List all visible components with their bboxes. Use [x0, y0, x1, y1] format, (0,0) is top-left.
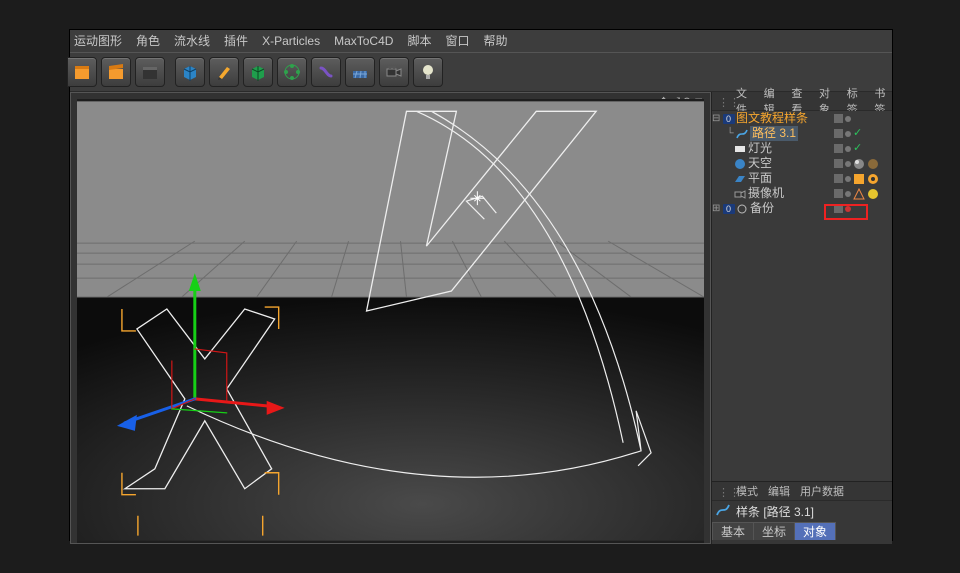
tree-label: 天空 — [748, 156, 772, 171]
menu-bar: 运动图形 角色 流水线 插件 X-Particles MaxToC4D 脚本 窗… — [70, 30, 892, 52]
spline-icon — [736, 128, 748, 140]
menu-help[interactable]: 帮助 — [483, 30, 507, 52]
nurbs-button[interactable] — [243, 57, 273, 87]
vis-dot-icon[interactable] — [845, 191, 851, 197]
object-tree[interactable]: ⊟ 0 图文教程样条 └ 路径 3.1 ✓ — [712, 111, 892, 481]
vis-dot-icon[interactable] — [845, 146, 851, 152]
check-icon[interactable]: ✓ — [853, 126, 862, 141]
cube-button[interactable] — [175, 57, 205, 87]
attr-menu-edit[interactable]: 编辑 — [768, 483, 790, 499]
tree-label: 路径 3.1 — [750, 126, 798, 141]
attr-menu-userdata[interactable]: 用户数据 — [800, 483, 844, 499]
menu-plugins[interactable]: 插件 — [224, 30, 248, 52]
tab-object[interactable]: 对象 — [794, 522, 836, 540]
tree-label: 灯光 — [748, 141, 772, 156]
plane-icon — [734, 173, 746, 185]
null-icon — [736, 203, 748, 215]
array-button[interactable] — [277, 57, 307, 87]
pen-button[interactable] — [209, 57, 239, 87]
target-tag-icon[interactable] — [853, 188, 865, 200]
expand-icon[interactable]: ⊞ — [712, 201, 720, 216]
expand-icon[interactable]: ⊟ — [712, 111, 720, 126]
menu-character[interactable]: 角色 — [136, 30, 160, 52]
vis-dot-icon[interactable] — [845, 161, 851, 167]
material-tag-icon[interactable] — [853, 173, 865, 185]
layer-tag-icon[interactable] — [834, 189, 843, 198]
camera-icon — [734, 188, 746, 200]
clapper1-button[interactable] — [67, 57, 97, 87]
check-icon[interactable]: ✓ — [853, 141, 862, 156]
attr-title-text: 样条 [路径 3.1] — [736, 505, 814, 519]
object-manager-menu: ⋮⋮ 文件 编辑 查看 对象 标签 书签 — [712, 92, 892, 111]
panel-grip-icon[interactable]: ⋮⋮ — [718, 486, 726, 496]
panel-grip-icon[interactable]: ⋮⋮ — [718, 96, 726, 106]
layer-tag-icon[interactable] — [834, 129, 843, 138]
layer-icon[interactable]: 0 — [722, 113, 734, 125]
menu-window[interactable]: 窗口 — [445, 30, 469, 52]
vis-dot-icon[interactable] — [845, 116, 851, 122]
svg-text:0: 0 — [726, 114, 731, 124]
menu-pipeline[interactable]: 流水线 — [174, 30, 210, 52]
tree-row-sky[interactable]: 天空 — [712, 156, 892, 171]
tree-label: 摄像机 — [748, 186, 784, 201]
material-tag-icon[interactable] — [853, 158, 865, 170]
clapper3-button[interactable] — [135, 57, 165, 87]
light-button[interactable] — [413, 57, 443, 87]
layer-tag-icon[interactable] — [834, 159, 843, 168]
sky-icon — [734, 158, 746, 170]
layer-icon[interactable]: 0 — [722, 203, 734, 215]
highlight-box — [824, 204, 868, 220]
vis-dot-icon[interactable] — [845, 131, 851, 137]
menu-xparticles[interactable]: X-Particles — [262, 30, 320, 52]
menu-maxtoc4d[interactable]: MaxToC4D — [334, 30, 393, 52]
tree-row-plane[interactable]: 平面 — [712, 171, 892, 186]
attr-menu: ⋮⋮ 模式 编辑 用户数据 — [712, 482, 892, 501]
layer-tag-icon[interactable] — [834, 144, 843, 153]
tree-row-light[interactable]: 灯光 ✓ — [712, 141, 892, 156]
compositing-tag-icon[interactable] — [867, 173, 879, 185]
protection-tag-icon[interactable] — [867, 188, 879, 200]
tree-label: 平面 — [748, 171, 772, 186]
viewport-inner[interactable] — [77, 99, 704, 543]
vis-dot-icon[interactable] — [845, 176, 851, 182]
tab-basic[interactable]: 基本 — [712, 522, 754, 540]
svg-text:0: 0 — [726, 204, 731, 214]
attr-menu-mode[interactable]: 模式 — [736, 483, 758, 499]
menu-motion[interactable]: 运动图形 — [74, 30, 122, 52]
layer-tag-icon[interactable] — [834, 174, 843, 183]
clapper2-button[interactable] — [101, 57, 131, 87]
light-icon — [734, 143, 746, 155]
layer-tag-icon[interactable] — [834, 114, 843, 123]
viewport[interactable]: ✥ ⤢ ⟳ □ — [70, 92, 711, 544]
spline-icon — [716, 503, 728, 515]
tree-label: 备份 — [750, 201, 774, 216]
tree-label: 图文教程样条 — [736, 111, 808, 126]
attr-title: 样条 [路径 3.1] — [712, 501, 892, 522]
attr-tabs: 基本 坐标 对象 — [712, 522, 892, 540]
material-tag2-icon[interactable] — [867, 158, 879, 170]
tab-coord[interactable]: 坐标 — [753, 522, 795, 540]
tree-row-root[interactable]: ⊟ 0 图文教程样条 — [712, 111, 892, 126]
deformer-button[interactable] — [311, 57, 341, 87]
branch-icon: └ — [726, 126, 734, 141]
menu-script[interactable]: 脚本 — [407, 30, 431, 52]
camera-button[interactable] — [379, 57, 409, 87]
floor-button[interactable] — [345, 57, 375, 87]
tree-row-spline[interactable]: └ 路径 3.1 ✓ — [712, 126, 892, 141]
tree-row-camera[interactable]: 摄像机 — [712, 186, 892, 201]
